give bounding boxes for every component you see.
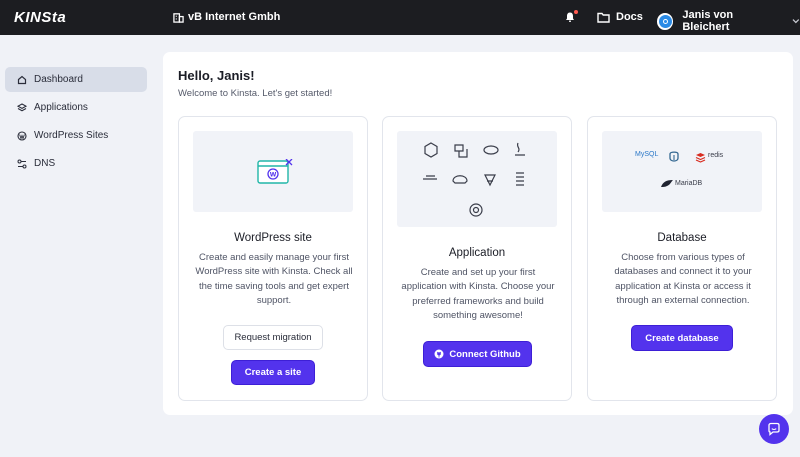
chevron-down-icon [792, 19, 800, 24]
home-icon [17, 75, 27, 84]
dns-icon [17, 159, 27, 168]
dashboard-panel: Hello, Janis! Welcome to Kinsta. Let's g… [163, 52, 793, 415]
card-description: Choose from various types of databases a… [614, 252, 752, 306]
user-menu[interactable]: Janis von Bleichert [657, 9, 800, 33]
sidebar-item-dns[interactable]: DNS [5, 151, 147, 176]
docs-label: Docs [616, 11, 643, 23]
sidebar-item-label: WordPress Sites [34, 130, 109, 141]
python-icon [454, 144, 468, 158]
sidebar-item-dashboard[interactable]: Dashboard [5, 67, 147, 92]
company-name: vB Internet Gmbh [188, 11, 281, 23]
folder-icon [597, 12, 610, 23]
wordpress-browser-icon: W [257, 159, 293, 184]
request-migration-button[interactable]: Request migration [223, 325, 323, 350]
deno-icon [469, 203, 483, 217]
page-title: Hello, Janis! [178, 68, 255, 83]
rails-icon [452, 175, 468, 184]
connect-github-button[interactable]: Connect Github [423, 341, 532, 367]
create-site-button[interactable]: Create a site [231, 360, 315, 385]
github-icon [434, 349, 444, 359]
application-card: Application Create and set up your first… [382, 116, 572, 401]
docs-link[interactable]: Docs [597, 11, 643, 23]
redis-icon [695, 153, 706, 163]
postgresql-icon [669, 151, 679, 162]
frameworks-illustration [397, 131, 557, 227]
notifications-button[interactable] [563, 10, 578, 24]
sidebar-item-label: DNS [34, 158, 56, 169]
notification-badge [574, 10, 578, 14]
svg-text:W: W [270, 172, 277, 179]
avatar [657, 12, 674, 30]
company-switcher[interactable]: vB Internet Gmbh [173, 11, 280, 23]
database-card: MySQL redis MariaDB Database Choose from… [587, 116, 777, 401]
card-title: Application [448, 247, 506, 259]
databases-illustration: MySQL redis MariaDB [602, 131, 762, 212]
sidebar-item-label: Applications [34, 102, 88, 113]
mariadb-label: MariaDB [675, 180, 703, 187]
sidebar-item-label: Dashboard [34, 74, 83, 85]
chat-button[interactable] [759, 414, 789, 444]
building-icon [173, 12, 184, 23]
connect-github-label: Connect Github [449, 348, 521, 360]
welcome-text: Welcome to Kinsta. Let's get started! [178, 88, 333, 99]
java-icon [515, 142, 525, 156]
redis-label: redis [708, 152, 724, 159]
wordpress-illustration: W [193, 131, 353, 212]
chat-icon [768, 422, 780, 436]
go-icon [423, 175, 437, 180]
card-title: Database [657, 232, 707, 244]
php-icon [483, 145, 499, 155]
create-database-button[interactable]: Create database [631, 325, 733, 351]
nodejs-icon [424, 142, 438, 158]
laravel-icon [484, 174, 496, 187]
card-description: Create and easily manage your first Word… [195, 252, 353, 306]
frameworks-icons [423, 142, 525, 217]
layers-icon [17, 102, 27, 111]
sidebar-item-applications[interactable]: Applications [5, 95, 147, 120]
top-bar: KINSta vB Internet Gmbh Docs Janis von B… [0, 0, 800, 35]
mysql-label: MySQL [635, 151, 659, 158]
django-icon [516, 172, 524, 186]
mariadb-icon [661, 180, 673, 187]
wordpress-icon [17, 130, 27, 141]
sidebar-item-wordpress-sites[interactable]: WordPress Sites [5, 123, 147, 148]
kinsta-logo[interactable]: KINSta [14, 9, 66, 26]
card-title: WordPress site [234, 232, 312, 244]
user-name: Janis von Bleichert [682, 9, 734, 33]
wordpress-site-card: W WordPress site Create and easily manag… [178, 116, 368, 401]
card-description: Create and set up your first application… [401, 267, 555, 321]
sidebar: Dashboard Applications WordPress Sites D… [0, 35, 155, 457]
